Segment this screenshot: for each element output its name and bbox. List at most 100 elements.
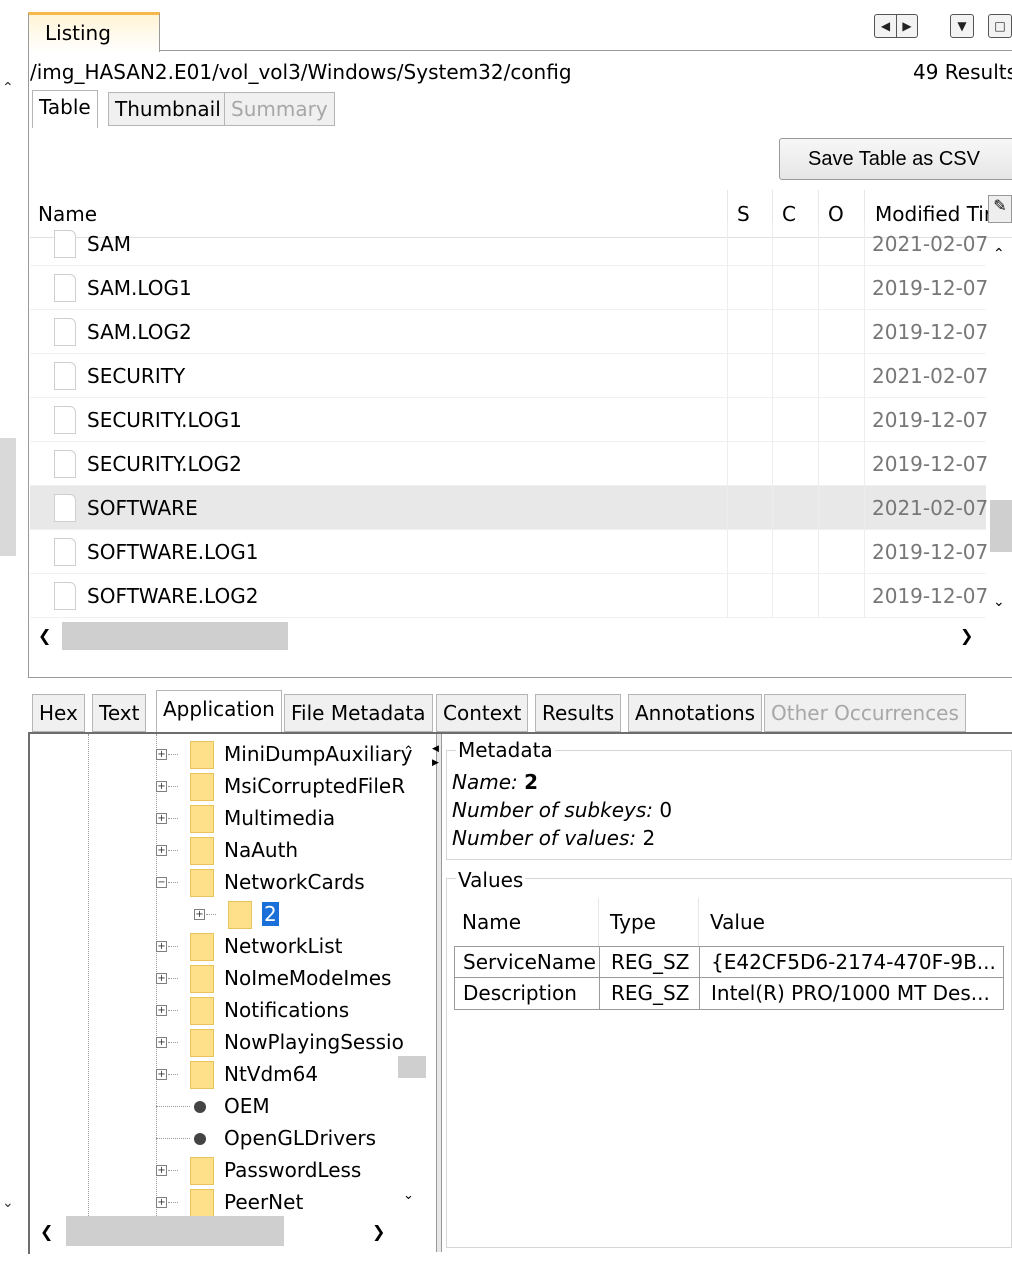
tab-application[interactable]: Application — [156, 690, 282, 732]
tree-node[interactable]: OEM — [30, 1090, 430, 1122]
outer-scroll-up-icon[interactable]: ⌃ — [2, 80, 14, 96]
tab-table[interactable]: Table — [32, 90, 98, 128]
folder-icon — [190, 1061, 214, 1089]
file-modified-time: 2019-12-07 — [872, 452, 989, 476]
dropdown-icon[interactable]: ▼ — [950, 14, 974, 38]
expand-icon[interactable]: + — [156, 1197, 167, 1208]
tree-node[interactable]: − NetworkCards — [30, 866, 430, 898]
file-icon — [54, 406, 76, 434]
values-column-value[interactable]: Value — [710, 910, 765, 934]
tree-node-label: NtVdm64 — [224, 1062, 319, 1086]
table-row[interactable]: SAM 2021-02-07 — [30, 222, 988, 266]
registry-value-icon — [194, 1101, 206, 1113]
tab-hex[interactable]: Hex — [32, 694, 85, 732]
table-row[interactable]: SECURITY.LOG1 2019-12-07 — [30, 398, 988, 442]
splitter-arrows-icon[interactable]: ◀ ▶ — [432, 742, 439, 770]
table-row[interactable]: SOFTWARE 2021-02-07 — [30, 486, 988, 530]
folder-icon — [190, 1029, 214, 1057]
tree-node[interactable]: + PeerNet — [30, 1186, 430, 1218]
folder-icon — [190, 1189, 214, 1217]
table-body: SAM 2021-02-07 SAM.LOG1 2019-12-07 SAM.LOG2 2… — [30, 222, 989, 620]
tree-node[interactable]: OpenGLDrivers — [30, 1122, 430, 1154]
expand-icon[interactable]: + — [156, 1165, 167, 1176]
maximize-icon[interactable]: □ — [988, 14, 1012, 38]
tab-other-occurrences[interactable]: Other Occurrences — [764, 694, 966, 732]
tree-hscroll-thumb[interactable] — [66, 1216, 284, 1246]
tab-text[interactable]: Text — [92, 694, 147, 732]
values-column-type[interactable]: Type — [610, 910, 656, 934]
expand-icon[interactable]: + — [156, 1069, 167, 1080]
outer-scroll-down-icon[interactable]: ⌄ — [2, 1195, 14, 1211]
table-row[interactable]: SECURITY.LOG2 2019-12-07 — [30, 442, 989, 486]
file-name: SAM — [87, 232, 132, 256]
expand-icon[interactable]: + — [156, 749, 167, 760]
nav-forward-icon[interactable]: ▶ — [896, 14, 918, 38]
file-icon — [54, 450, 76, 478]
outer-scroll-thumb[interactable] — [0, 438, 16, 556]
tree-scroll-right-icon[interactable]: ❯ — [372, 1222, 385, 1241]
save-table-csv-button[interactable]: Save Table as CSV — [779, 138, 1012, 180]
tree-scroll-left-icon[interactable]: ❮ — [40, 1222, 53, 1241]
expand-icon[interactable]: + — [156, 781, 167, 792]
collapse-icon[interactable]: − — [156, 877, 167, 888]
column-settings-icon[interactable]: ✎ — [988, 195, 1012, 223]
nav-back-icon[interactable]: ◀ — [874, 14, 896, 38]
tab-annotations[interactable]: Annotations — [628, 694, 763, 732]
file-name: SOFTWARE — [87, 496, 198, 520]
tab-summary[interactable]: Summary — [224, 92, 335, 126]
table-hscroll-thumb[interactable] — [62, 622, 288, 650]
tree-vscroll-thumb[interactable] — [398, 1056, 426, 1078]
tree-node[interactable]: + MsiCorruptedFileR — [30, 770, 430, 802]
values-row[interactable]: Description REG_SZ Intel(R) PRO/1000 MT De… — [454, 978, 1004, 1010]
tree-node[interactable]: +2 — [30, 898, 430, 930]
chevron-down-icon[interactable]: ⌄ — [993, 594, 1005, 610]
tab-file-metadata[interactable]: File Metadata — [284, 694, 433, 732]
expand-icon[interactable]: + — [156, 1037, 167, 1048]
tree-node-label: 2 — [262, 902, 279, 926]
expand-icon[interactable]: + — [156, 845, 167, 856]
table-row[interactable]: SAM.LOG1 2019-12-07 — [30, 266, 988, 310]
panel-splitter[interactable] — [436, 734, 442, 1252]
tree-node[interactable]: + Notifications — [30, 994, 430, 1026]
tree-node[interactable]: + NetworkList — [30, 930, 430, 962]
values-column-name[interactable]: Name — [462, 910, 521, 934]
tab-thumbnail[interactable]: Thumbnail — [108, 92, 228, 126]
tree-node[interactable]: + PasswordLess — [30, 1154, 430, 1186]
tab-results[interactable]: Results — [535, 694, 622, 732]
expand-icon[interactable]: + — [156, 813, 167, 824]
values-row[interactable]: ServiceName REG_SZ {E42CF5D6-2174-470F-9B.… — [454, 946, 1004, 979]
folder-icon — [190, 837, 214, 865]
tree-node[interactable]: + NtVdm64 — [30, 1058, 430, 1090]
value-data: Intel(R) PRO/1000 MT Des... — [711, 981, 990, 1005]
file-name: SAM.LOG2 — [87, 320, 192, 344]
tree-node[interactable]: + MiniDumpAuxiliary — [30, 738, 430, 770]
expand-icon[interactable]: + — [156, 973, 167, 984]
tree-node[interactable]: + NaAuth — [30, 834, 430, 866]
tree-node-label: NaAuth — [224, 838, 299, 862]
table-row[interactable]: SECURITY 2021-02-07 — [30, 354, 989, 398]
tree-node[interactable]: + NowPlayingSessio — [30, 1026, 430, 1058]
tree-node[interactable]: + Multimedia — [30, 802, 430, 834]
table-row[interactable]: SAM.LOG2 2019-12-07 — [30, 310, 988, 354]
expand-icon[interactable]: + — [194, 909, 205, 920]
tree-scroll-down-icon[interactable]: ⌄ — [403, 1188, 414, 1203]
tree-node-label: NoImeModeImes — [224, 966, 392, 990]
tab-context[interactable]: Context — [436, 694, 529, 732]
scroll-right-icon[interactable]: ❯ — [960, 626, 973, 645]
folder-icon — [190, 1157, 214, 1185]
expand-icon[interactable]: + — [156, 941, 167, 952]
table-row[interactable]: SOFTWARE.LOG1 2019-12-07 — [30, 530, 988, 574]
listing-tab[interactable]: Listing — [28, 12, 160, 52]
file-modified-time: 2021-02-07 — [872, 364, 989, 388]
chevron-up-icon[interactable]: ⌃ — [993, 246, 1005, 262]
tree-scroll-up-icon[interactable]: ⌃ — [403, 744, 414, 759]
tree-node-label: NowPlayingSessio — [224, 1030, 404, 1054]
folder-icon — [190, 805, 214, 833]
tree-node-label: Multimedia — [224, 806, 336, 830]
expand-icon[interactable]: + — [156, 1005, 167, 1016]
table-row[interactable]: SOFTWARE.LOG2 2019-12-07 — [30, 574, 988, 618]
metadata-values-value: 2 — [642, 826, 656, 850]
tree-node[interactable]: + NoImeModeImes — [30, 962, 430, 994]
scroll-left-icon[interactable]: ❮ — [38, 626, 51, 645]
table-vscroll-thumb[interactable] — [990, 500, 1012, 552]
